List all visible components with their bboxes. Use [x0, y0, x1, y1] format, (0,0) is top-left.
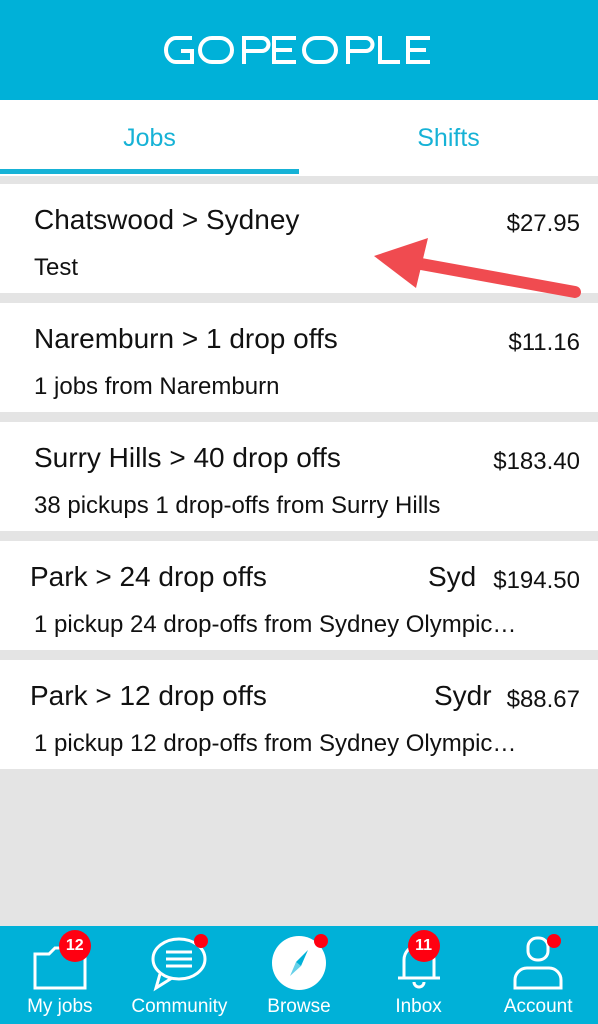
job-price: $194.50: [489, 567, 580, 595]
job-subtitle: 38 pickups 1 drop-offs from Surry Hills: [34, 492, 441, 519]
my-jobs-icon: 12: [29, 930, 91, 994]
job-subtitle: 1 jobs from Naremburn: [34, 373, 280, 400]
nav-browse[interactable]: Browse: [239, 926, 359, 1024]
job-price: $183.40: [489, 448, 580, 476]
nav-label: Account: [503, 996, 573, 1017]
job-price: $88.67: [502, 686, 580, 714]
job-title: Naremburn > 1 drop offs: [34, 323, 338, 354]
tab-jobs[interactable]: Jobs: [0, 100, 299, 176]
nav-inbox[interactable]: 11 Inbox: [359, 926, 479, 1024]
tab-shifts[interactable]: Shifts: [299, 100, 598, 176]
job-card[interactable]: Naremburn > 1 drop offs $11.16 1 jobs fr…: [0, 303, 598, 412]
job-subtitle: 1 pickup 12 drop-offs from Sydney Olympi…: [34, 730, 517, 757]
bell-icon: 11: [388, 930, 450, 994]
app-header: [0, 0, 598, 100]
notification-badge: 11: [407, 930, 440, 962]
annotation-arrow-icon: [374, 238, 581, 298]
job-title-overflow: Sydr: [434, 680, 494, 712]
job-title: Chatswood > Sydney: [34, 204, 300, 235]
job-price: $11.16: [504, 329, 580, 357]
nav-label: Community: [131, 996, 228, 1017]
notification-badge: 12: [58, 930, 91, 962]
job-title: Park > 24 drop offs: [30, 561, 267, 592]
nav-label: Browse: [267, 996, 331, 1017]
nav-label: My jobs: [27, 996, 93, 1017]
tab-bar: Jobs Shifts: [0, 100, 598, 176]
compass-icon: [268, 932, 330, 994]
job-subtitle: 1 pickup 24 drop-offs from Sydney Olympi…: [34, 611, 517, 638]
job-card[interactable]: Park > 24 drop offs Syd $194.50 1 pickup…: [0, 541, 598, 650]
nav-community[interactable]: Community: [120, 926, 240, 1024]
nav-my-jobs[interactable]: 12 My jobs: [0, 926, 120, 1024]
notification-dot: [313, 934, 328, 948]
job-card[interactable]: Surry Hills > 40 drop offs $183.40 38 pi…: [0, 422, 598, 531]
nav-label: Inbox: [395, 996, 442, 1017]
nav-account[interactable]: Account: [478, 926, 598, 1024]
gopeople-logo: [164, 36, 430, 64]
bottom-nav: 12 My jobs Community Browse 11 Inbox Acc…: [0, 926, 598, 1024]
job-card[interactable]: Park > 12 drop offs Sydr $88.67 1 pickup…: [0, 660, 598, 769]
job-title: Park > 12 drop offs: [30, 680, 267, 711]
user-icon: [507, 932, 569, 994]
job-title: Surry Hills > 40 drop offs: [34, 442, 341, 473]
job-title-overflow: Syd: [428, 561, 478, 593]
chat-bubble-icon: [148, 932, 210, 994]
job-price: $27.95: [502, 210, 580, 238]
